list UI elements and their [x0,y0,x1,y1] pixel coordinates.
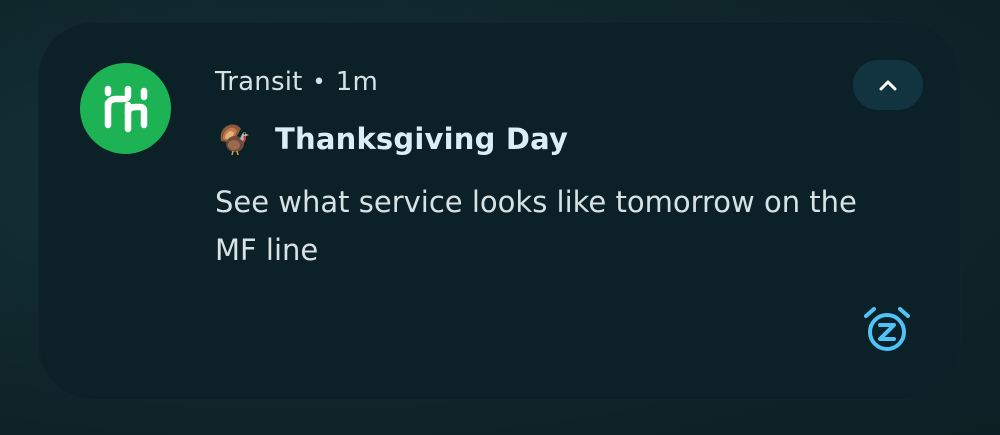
notification-title: Thanksgiving Day [275,122,569,156]
transit-logo-icon [80,63,171,154]
notification-body: See what service looks like tomorrow on … [215,185,857,267]
notification-time: 1m [335,67,378,97]
collapse-button[interactable] [853,60,923,110]
turkey-icon [220,124,249,156]
header-separator: • [312,69,326,95]
notification-card[interactable]: Transit • 1m Thanksgiving Day See what s… [38,22,961,400]
notification-title-row: Thanksgiving Day [215,118,568,160]
chevron-up-icon [879,80,897,91]
app-name: Transit [215,67,303,97]
snooze-button[interactable] [858,300,916,358]
notification-header: Transit • 1m [215,64,378,100]
snooze-alarm-icon [864,307,910,351]
